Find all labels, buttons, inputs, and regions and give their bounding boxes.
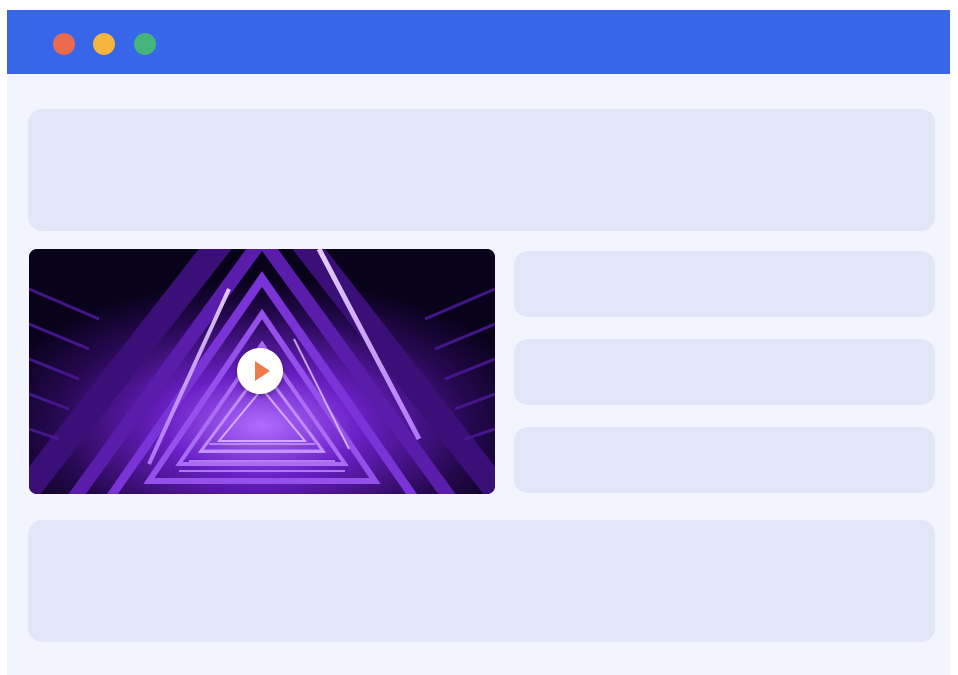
maximize-window-button[interactable] [134,33,156,55]
browser-window [7,10,950,675]
play-button[interactable] [237,348,283,394]
footer-placeholder-block [28,520,935,642]
video-thumbnail[interactable] [29,249,495,494]
side-placeholder-block-1 [514,251,935,317]
side-placeholder-block-3 [514,427,935,493]
close-window-button[interactable] [53,33,75,55]
side-placeholder-block-2 [514,339,935,405]
window-titlebar [7,10,950,74]
hero-placeholder-block [28,109,935,231]
minimize-window-button[interactable] [93,33,115,55]
play-icon [255,361,270,381]
